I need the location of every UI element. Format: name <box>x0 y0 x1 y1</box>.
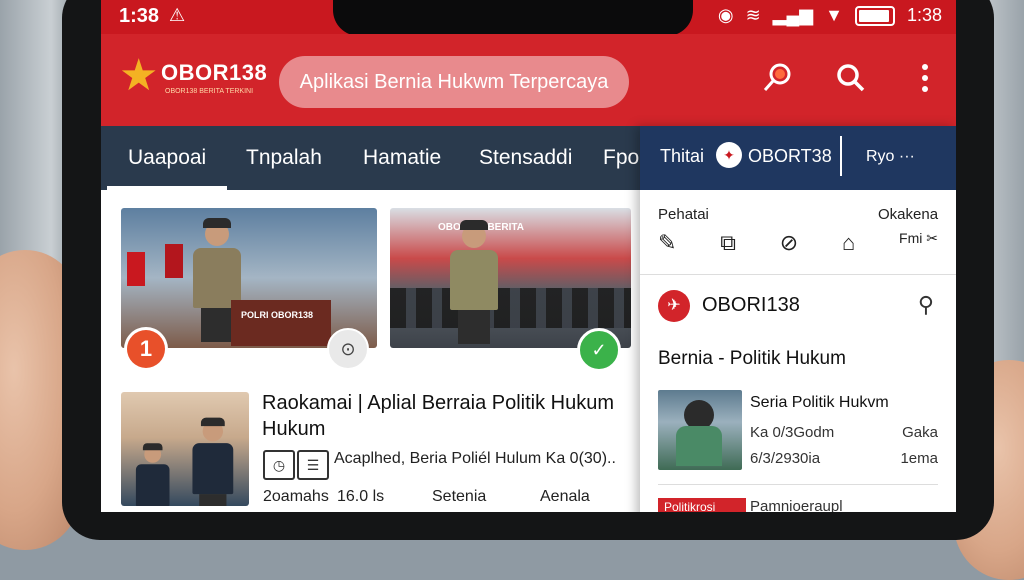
camera-icon[interactable]: ⊙ <box>327 328 369 370</box>
panel-label-right: Okakena <box>878 206 939 223</box>
panel-header: Thitai ✦ OBORT38 Ryo ··· <box>640 126 956 190</box>
tab-3[interactable]: Hamatie <box>363 146 441 170</box>
news-image-motorcycles[interactable]: OBOR138 BERITA <box>390 208 631 348</box>
phone-screen: 1:38 ⚠ ◉ ≋ ▂▄▆ ▼ 1:38 ★ OBOR138 OBOR138 … <box>101 0 956 512</box>
tab-2[interactable]: Tnpalah <box>246 146 322 170</box>
logo-text: OBOR138 <box>161 60 268 85</box>
location-icon: ▼ <box>825 5 843 25</box>
side-panel: Thitai ✦ OBORT38 Ryo ··· Pehatai Okakena… <box>640 126 956 512</box>
flag-decoration <box>165 244 183 278</box>
record-icon: ◉ <box>717 5 734 25</box>
stat-4: Aenala <box>540 488 590 505</box>
article-thumbnail[interactable] <box>658 390 742 470</box>
share-icon[interactable]: ⚲ <box>918 292 934 318</box>
more-vertical-icon[interactable] <box>905 58 945 98</box>
panel-more[interactable]: Ryo ··· <box>866 148 915 166</box>
copy-icon[interactable]: ⧉ <box>720 230 736 256</box>
divider <box>658 484 938 485</box>
stat-3: Setenia <box>432 488 487 505</box>
stat-1: 2oamahs <box>263 488 329 505</box>
tab-5[interactable]: Fpo <box>603 146 639 170</box>
search-input[interactable]: Aplikasi Bernia Hukwm Terpercaya <box>279 56 629 108</box>
status-icons: ◉ ≋ ▂▄▆ ▼ 1:38 <box>718 5 942 26</box>
stat-2: 16.0 ls <box>337 488 385 505</box>
panel-icon-row: ✎ ⧉ ⊘ ⌂ Fmi ✂ <box>658 230 938 256</box>
podium-text: POLRI OBOR138 <box>241 310 314 320</box>
signal-icon: ▂▄▆ <box>772 5 814 25</box>
panel-meta: 6/3/2930ia <box>750 450 821 467</box>
panel-meta: Gaka <box>902 424 938 441</box>
divider <box>840 136 842 176</box>
panel-meta: 1ema <box>900 450 938 467</box>
star-logo-icon: ★ <box>119 51 159 100</box>
article-meta: Acaplhed, Beria Poliél Hulum Ka 0(30).. <box>334 450 616 467</box>
calendar-icon: ◷ <box>263 450 295 480</box>
logo-subtitle: OBOR138 BERITA TERKINI <box>165 88 254 95</box>
panel-brand[interactable]: OBORT38 <box>748 146 832 167</box>
officer-figure <box>191 417 234 506</box>
tab-1[interactable]: Uaapoai <box>128 146 206 170</box>
status-time-right: 1:38 <box>906 5 942 25</box>
motorcycle-row <box>390 288 631 328</box>
warning-icon: ⚠ <box>169 5 186 25</box>
app-logo[interactable]: ★ OBOR138 OBOR138 BERITA TERKINI <box>119 54 269 104</box>
article-title[interactable]: Raokamai | Aplial Berraia Politik Hukum … <box>262 390 637 442</box>
officer-figure <box>448 220 498 344</box>
count-badge: 1 <box>127 330 165 368</box>
section-title[interactable]: Bernia - Politik Hukum <box>658 348 846 370</box>
brand-logo-icon: ✈ <box>658 290 690 322</box>
category-tag[interactable]: Politikrosi <box>658 498 746 512</box>
brand-badge-icon: ✦ <box>716 142 742 168</box>
officer-figure <box>135 443 170 506</box>
news-image-press-conference[interactable]: POLRI OBOR138 <box>121 208 377 348</box>
category-tag-text: Pamnioeraupl <box>750 498 843 512</box>
flag-decoration <box>127 252 145 286</box>
podium: POLRI OBOR138 <box>231 300 331 346</box>
camera-notch <box>333 0 693 36</box>
compass-icon[interactable]: ⊘ <box>780 230 798 256</box>
list-icon: ☰ <box>297 450 329 480</box>
chat-icon[interactable]: ✓ <box>577 328 621 372</box>
panel-article-title[interactable]: Seria Politik Hukvm <box>750 394 889 412</box>
news-thumbnail-officers[interactable] <box>121 392 249 506</box>
active-tab-indicator <box>107 186 227 190</box>
edit-icon[interactable]: ✎ <box>658 230 676 256</box>
tools-icon[interactable]: Fmi ✂ <box>899 230 938 256</box>
tools-caption: Fmi <box>899 230 923 246</box>
search-icon[interactable] <box>831 58 871 98</box>
divider <box>640 274 956 275</box>
battery-icon <box>854 5 895 26</box>
tab-4[interactable]: Stensaddi <box>479 146 572 170</box>
lock-icon[interactable]: ⌂ <box>842 230 855 256</box>
wifi-icon: ≋ <box>745 5 761 25</box>
location-pin-icon[interactable] <box>757 58 797 98</box>
status-time: 1:38 <box>119 5 160 27</box>
app-header: ★ OBOR138 OBOR138 BERITA TERKINI Aplikas… <box>101 34 956 126</box>
status-bar: 1:38 ⚠ ◉ ≋ ▂▄▆ ▼ 1:38 <box>101 0 956 36</box>
panel-header-label[interactable]: Thitai <box>660 146 704 167</box>
panel-brand-name: OBORI138 <box>702 294 800 316</box>
category-tabs: Uaapoai Tnpalah Hamatie Stensaddi Fpo <box>101 126 640 190</box>
panel-label-left: Pehatai <box>658 206 709 223</box>
panel-meta: Ka 0/3Godm <box>750 424 835 441</box>
